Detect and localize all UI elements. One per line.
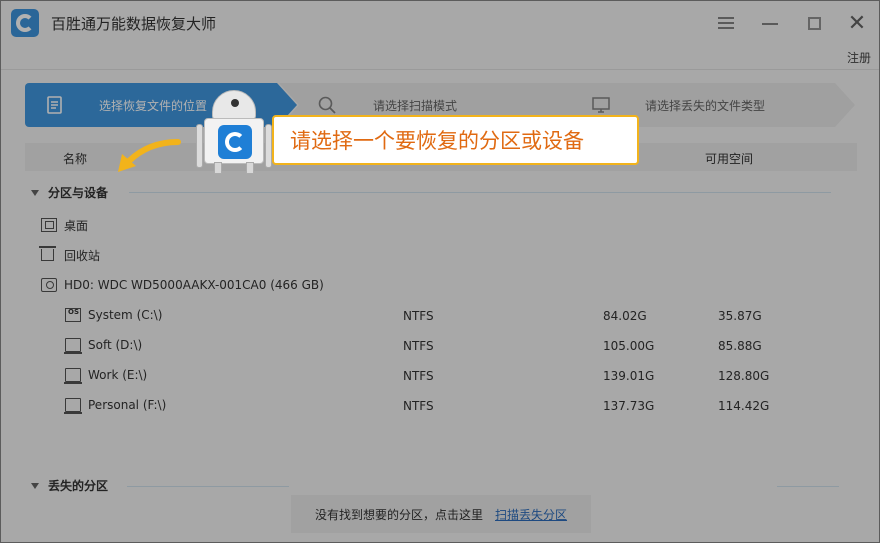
partition-filesystem: NTFS: [403, 339, 434, 353]
partition-total: 84.02G: [603, 309, 647, 323]
bottom-hint-text: 没有找到想要的分区，点击这里: [314, 507, 483, 522]
table-row[interactable]: Soft (D:\): [64, 335, 143, 355]
partition-name: System (C:\): [88, 308, 163, 322]
scan-lost-partition-link[interactable]: 扫描丢失分区: [495, 506, 567, 523]
scan-lost-partition-bar: 没有找到想要的分区，点击这里 扫描丢失分区: [291, 495, 591, 533]
partition-name: Personal (F:\): [88, 398, 167, 412]
partition-total: 139.01G: [603, 369, 655, 383]
drive-icon: [64, 398, 82, 414]
minimize-icon[interactable]: [758, 11, 782, 35]
partition-name: Soft (D:\): [88, 338, 143, 352]
section-partitions[interactable]: 分区与设备: [31, 184, 108, 201]
register-link[interactable]: 注册: [847, 49, 871, 66]
robot-mascot-icon: [196, 90, 272, 176]
collapse-triangle-icon[interactable]: [31, 482, 39, 489]
close-icon[interactable]: ✕: [845, 11, 869, 36]
partition-total: 105.00G: [603, 339, 655, 353]
system-drive-icon: [65, 308, 81, 322]
section-title: 丢失的分区: [48, 479, 109, 493]
document-icon: [47, 96, 62, 114]
list-item-desktop[interactable]: 桌面: [41, 215, 88, 235]
hard-disk-icon: [41, 278, 57, 292]
app-logo-icon: [218, 125, 252, 159]
divider: [777, 486, 839, 487]
divider: [129, 192, 831, 193]
step-label: 选择恢复文件的位置: [99, 99, 208, 113]
app-logo-icon: [11, 9, 39, 37]
menu-icon[interactable]: [714, 11, 738, 35]
section-lost-partitions[interactable]: 丢失的分区: [31, 477, 108, 494]
table-row[interactable]: System (C:\): [65, 305, 162, 325]
item-label: 桌面: [64, 218, 89, 233]
maximize-icon[interactable]: [802, 11, 826, 35]
app-window: 百胜通万能数据恢复大师 ✕ 注册 选择恢复文件的位置 请选择扫描模式 请选择丢失…: [0, 0, 880, 543]
partition-free: 85.88G: [718, 339, 762, 353]
search-icon: [318, 96, 336, 114]
step-label: 请选择丢失的文件类型: [645, 99, 766, 113]
column-free-space[interactable]: 可用空间: [705, 150, 753, 167]
partition-free: 114.42G: [718, 399, 770, 413]
column-name[interactable]: 名称: [63, 150, 87, 167]
partition-free: 35.87G: [718, 309, 762, 323]
partition-filesystem: NTFS: [403, 369, 434, 383]
table-row[interactable]: Work (E:\): [64, 365, 148, 385]
step-label: 请选择扫描模式: [373, 99, 458, 113]
recycle-bin-icon: [39, 246, 56, 261]
section-title: 分区与设备: [48, 186, 109, 200]
partition-name: Work (E:\): [88, 368, 148, 382]
app-title: 百胜通万能数据恢复大师: [51, 15, 217, 33]
partition-filesystem: NTFS: [403, 309, 434, 323]
drive-icon: [64, 368, 82, 384]
divider: [1, 69, 879, 70]
table-row[interactable]: Personal (F:\): [64, 395, 167, 415]
partition-free: 128.80G: [718, 369, 770, 383]
title-bar: 百胜通万能数据恢复大师 ✕: [1, 1, 879, 45]
desktop-icon: [41, 218, 57, 232]
list-item-recycle-bin[interactable]: 回收站: [39, 245, 101, 265]
partition-total: 137.73G: [603, 399, 655, 413]
curved-arrow-icon: [118, 139, 181, 172]
drive-icon: [64, 338, 82, 354]
item-label: 回收站: [64, 248, 101, 263]
divider: [127, 486, 289, 487]
item-label: HD0: WDC WD5000AAKX-001CA0 (466 GB): [64, 278, 324, 292]
list-item-disk[interactable]: HD0: WDC WD5000AAKX-001CA0 (466 GB): [41, 275, 324, 295]
collapse-triangle-icon[interactable]: [31, 189, 39, 196]
monitor-icon: [592, 97, 610, 113]
tutorial-callout: 请选择一个要恢复的分区或设备: [272, 115, 639, 165]
partition-filesystem: NTFS: [403, 399, 434, 413]
